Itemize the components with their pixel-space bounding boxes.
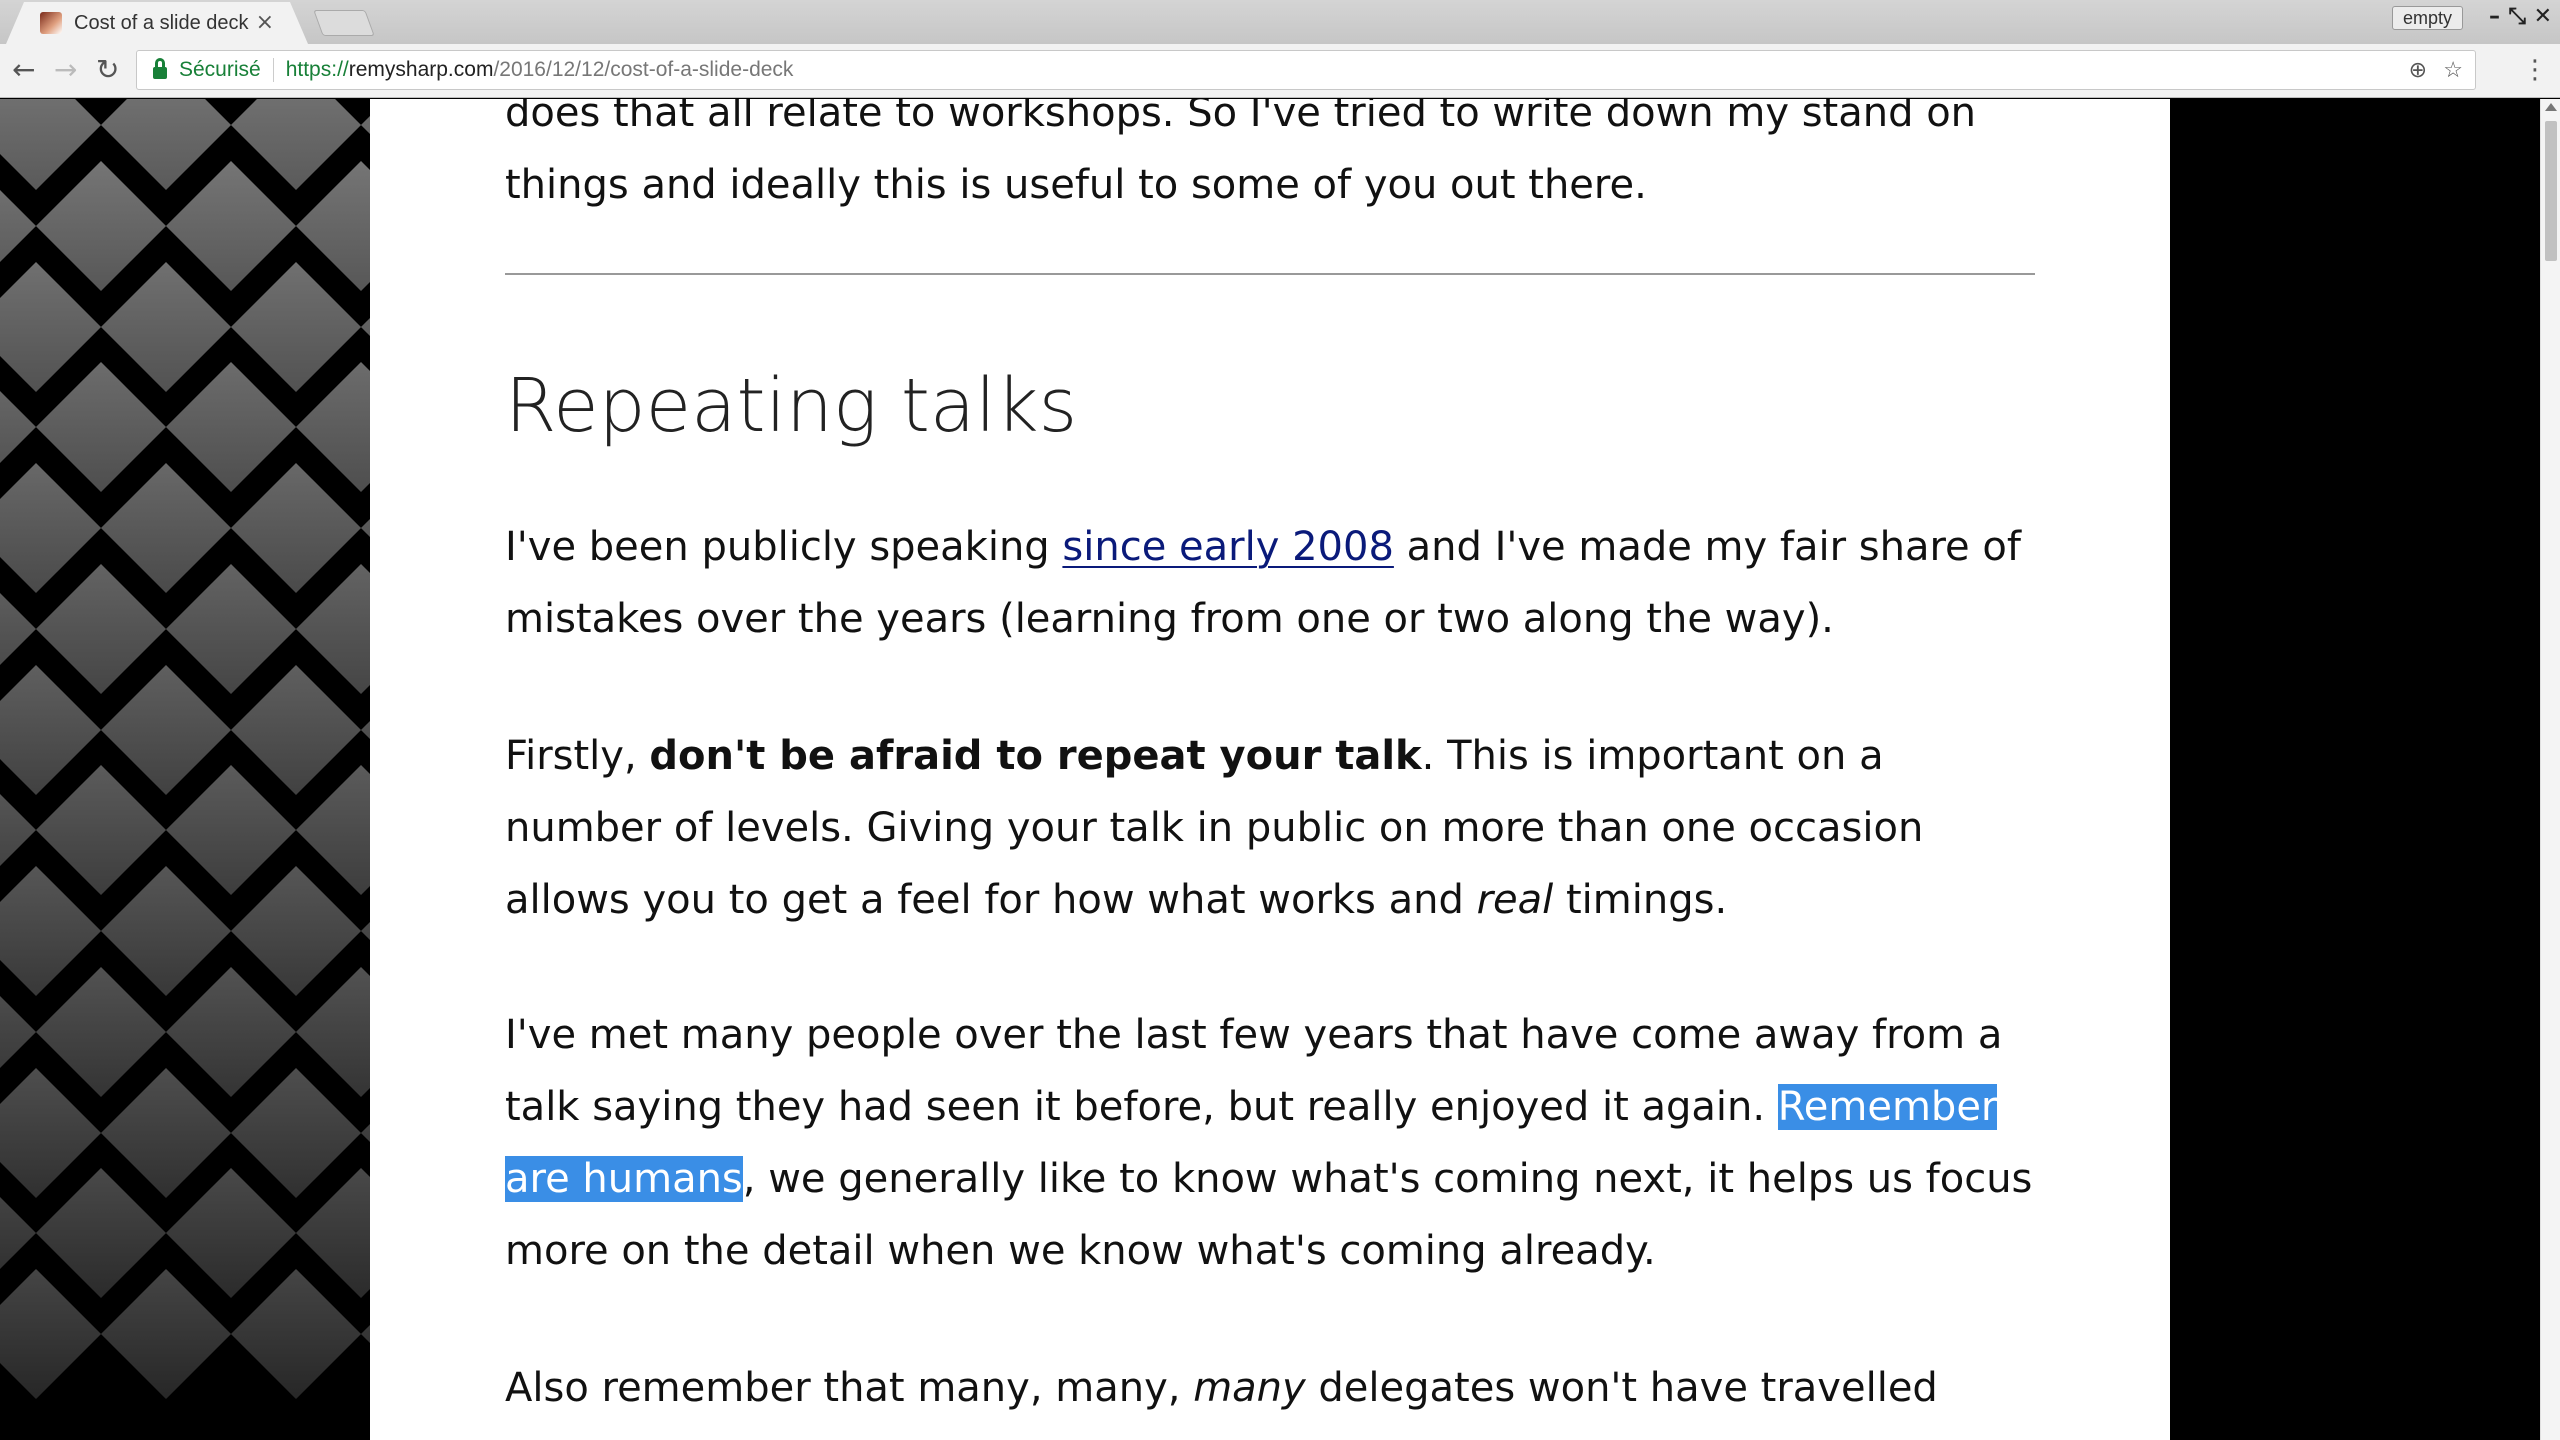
restore-icon[interactable]: ⤡ xyxy=(2508,4,2526,29)
pattern-diamond xyxy=(0,261,102,392)
address-bar[interactable]: Sécurisé https:// remysharp.com /2016/12… xyxy=(136,50,2476,90)
pattern-diamond xyxy=(100,1268,232,1400)
pattern-diamond xyxy=(165,966,297,1097)
italic-text: many xyxy=(1193,1365,1306,1411)
page-viewport: does that all relate to workshops. So I'… xyxy=(0,99,2540,1440)
pattern-diamond xyxy=(230,462,362,594)
section-heading: Repeating talks xyxy=(505,363,1078,449)
horizontal-rule xyxy=(505,273,2035,275)
close-window-icon[interactable]: ✕ xyxy=(2534,4,2552,29)
since-2008-link[interactable]: since early 2008 xyxy=(1062,524,1393,570)
vertical-scrollbar[interactable] xyxy=(2540,99,2560,1440)
text: timings. xyxy=(1553,877,1728,923)
italic-text: real xyxy=(1476,877,1554,923)
pattern-diamond xyxy=(100,462,232,594)
pattern-diamond xyxy=(100,1067,232,1198)
menu-icon[interactable]: ⋮ xyxy=(2522,54,2548,86)
text: delegates won't have travelled xyxy=(1305,1365,1938,1411)
pattern-diamond xyxy=(295,160,370,291)
pattern-diamond xyxy=(230,865,362,997)
intro-line-1: does that all relate to workshops. So I'… xyxy=(505,99,1977,136)
pattern-diamond xyxy=(35,563,167,694)
pattern-diamond xyxy=(230,99,362,191)
zoom-icon[interactable]: ⊕ xyxy=(2409,57,2427,83)
site-favicon-icon xyxy=(40,12,62,34)
tab-active[interactable]: Cost of a slide deck × xyxy=(6,2,308,44)
pattern-diamond xyxy=(165,563,297,694)
scrollbar-thumb[interactable] xyxy=(2545,121,2557,261)
pattern-diamond xyxy=(35,1168,167,1299)
pattern-diamond xyxy=(295,563,370,694)
intro-line-2: things and ideally this is useful to som… xyxy=(505,162,1647,208)
profile-button[interactable]: empty xyxy=(2391,6,2463,30)
pattern-diamond xyxy=(0,1067,102,1198)
pattern-diamond xyxy=(0,865,102,997)
pattern-diamond xyxy=(100,261,232,392)
pattern-diamond xyxy=(0,462,102,594)
pattern-diamond xyxy=(35,966,167,1097)
url-host: remysharp.com xyxy=(348,58,494,81)
tab-strip: Cost of a slide deck × empty – ⤡ ✕ xyxy=(0,0,2560,44)
forward-arrow-icon[interactable]: → xyxy=(54,54,77,86)
pattern-diamond xyxy=(230,261,362,392)
pattern-diamond xyxy=(35,362,167,493)
pattern-diamond xyxy=(295,966,370,1097)
pattern-diamond xyxy=(35,160,167,291)
paragraph-repeat: Firstly, don't be afraid to repeat your … xyxy=(505,720,2035,936)
pattern-diamond xyxy=(230,664,362,795)
pattern-diamond xyxy=(295,362,370,493)
background-pattern xyxy=(0,99,370,1440)
lock-icon xyxy=(153,58,167,79)
paragraph-speaking: I've been publicly speaking since early … xyxy=(505,511,2035,655)
text: Firstly, xyxy=(505,733,650,779)
tab-close-icon[interactable]: × xyxy=(256,10,274,35)
pattern-diamond xyxy=(100,865,232,997)
divider xyxy=(272,58,274,82)
article-content: does that all relate to workshops. So I'… xyxy=(370,99,2170,1440)
pattern-diamond xyxy=(165,1168,297,1299)
new-tab-button[interactable] xyxy=(313,10,375,36)
pattern-diamond xyxy=(165,765,297,896)
minimize-icon[interactable]: – xyxy=(2489,4,2500,29)
pattern-diamond xyxy=(295,1168,370,1299)
scroll-up-arrow-icon[interactable] xyxy=(2545,103,2557,111)
pattern-diamond xyxy=(0,1268,102,1400)
pattern-diamond xyxy=(230,1268,362,1400)
reload-icon[interactable]: ↻ xyxy=(96,54,119,86)
url-scheme: https:// xyxy=(285,58,349,81)
intro-paragraph: does that all relate to workshops. So I'… xyxy=(505,99,2035,221)
paragraph-humans: I've met many people over the last few y… xyxy=(505,999,2035,1287)
pattern-diamond xyxy=(230,1067,362,1198)
secure-label: Sécurisé xyxy=(179,58,261,81)
tab-title: Cost of a slide deck xyxy=(74,11,249,34)
bookmark-star-icon[interactable]: ☆ xyxy=(2443,57,2463,83)
pattern-diamond xyxy=(35,765,167,896)
pattern-diamond xyxy=(100,664,232,795)
back-arrow-icon[interactable]: ← xyxy=(12,54,35,86)
paragraph-delegates: Also remember that many, many, many dele… xyxy=(505,1352,2035,1424)
pattern-diamond xyxy=(100,99,232,191)
pattern-diamond xyxy=(295,765,370,896)
pattern-diamond xyxy=(165,362,297,493)
url-path: /2016/12/12/cost-of-a-slide-deck xyxy=(493,58,794,81)
bold-text: don't be afraid to repeat your talk xyxy=(649,733,1422,779)
pattern-diamond xyxy=(0,664,102,795)
text: Also remember that many, many, xyxy=(505,1365,1194,1411)
pattern-diamond xyxy=(165,160,297,291)
browser-toolbar: ← → ↻ Sécurisé https:// remysharp.com /2… xyxy=(0,44,2560,98)
text: I've been publicly speaking xyxy=(505,524,1063,570)
